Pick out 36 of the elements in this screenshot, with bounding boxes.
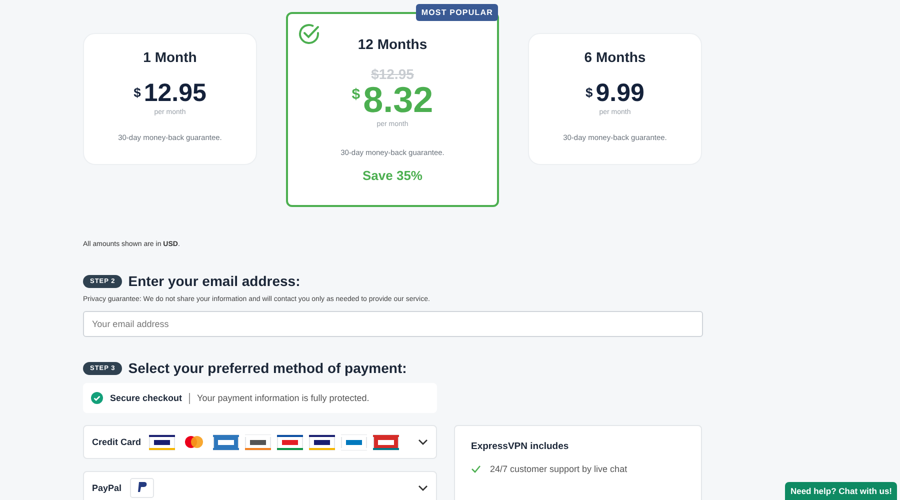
plan-price: 9.99 [596,81,644,106]
secure-label: Secure checkout [110,393,182,403]
payment-method-row[interactable]: PayPal [83,471,437,500]
section-heading: Enter your email address: [128,273,300,289]
plan-price: 12.95 [144,81,206,106]
check-circle-icon [91,392,103,404]
chevron-down-icon[interactable] [418,439,428,445]
card-logo-icon [245,434,272,450]
card-logo-icon [309,434,336,450]
includes-title: ExpressVPN includes [471,441,570,452]
payment-method-name: PayPal [92,483,122,493]
plan-title: 12 Months [358,36,428,52]
paypal-logo-icon [130,478,154,498]
savings-text: Save 35% [362,168,422,183]
plan-price: 8.32 [363,82,434,118]
card-logo-icon [341,434,368,450]
plan-title: 6 Months [584,49,646,65]
card-logo-icon [277,434,304,450]
payment-method-row[interactable]: Credit Card [83,425,437,459]
payment-method-name: Credit Card [92,437,142,447]
currency-symbol: $ [586,85,593,100]
check-icon [471,465,481,473]
card-logo-icon [149,434,176,450]
currency-symbol: $ [352,86,360,103]
feature-text: 24/7 customer support by live chat [490,464,628,474]
check-circle-icon [297,22,321,46]
plan-title: 1 Month [143,49,197,65]
chevron-down-icon[interactable] [418,485,428,491]
chat-button[interactable]: Need help? Chat with us! [785,482,897,500]
currency-symbol: $ [134,85,141,100]
card-logo-icon [213,434,240,450]
popular-badge: MOST POPULAR [416,4,498,21]
email-field[interactable]: Your email address [83,311,703,337]
card-logo-icon [373,434,400,450]
section-heading: Select your preferred method of payment: [128,360,407,376]
secure-text: Your payment information is fully protected. [197,393,370,403]
